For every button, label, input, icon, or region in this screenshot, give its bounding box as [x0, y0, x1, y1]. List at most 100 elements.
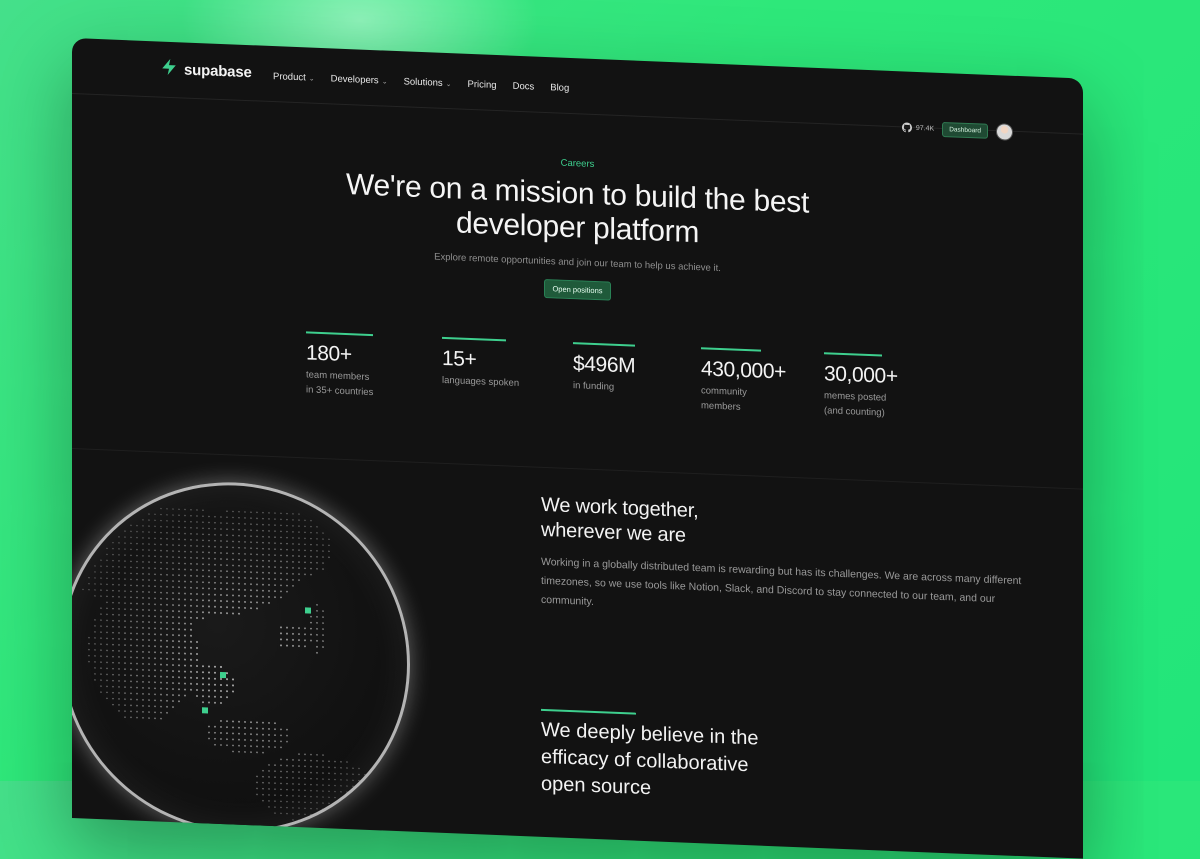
globe-dot: [322, 772, 324, 774]
globe-dot: [226, 738, 228, 741]
globe-dot: [130, 542, 132, 545]
globe-dot: [274, 518, 276, 520]
avatar[interactable]: [996, 123, 1013, 141]
stat-value: 180+: [306, 341, 352, 367]
globe-dot: [124, 680, 126, 682]
globe-dot: [262, 529, 264, 532]
globe-dot: [286, 542, 288, 545]
nav-item-product[interactable]: Product ⌄: [273, 71, 315, 84]
globe-dot: [160, 597, 162, 600]
globe-dot: [202, 683, 204, 686]
globe-dot: [184, 574, 186, 577]
globe-dot: [244, 553, 246, 555]
globe-dot: [250, 751, 252, 754]
globe-dot: [310, 789, 312, 792]
globe-dot: [106, 583, 108, 586]
globe-dot: [286, 728, 288, 731]
globe-dot: [316, 754, 318, 756]
globe-dot: [196, 587, 198, 589]
globe-dot: [304, 537, 306, 540]
nav-item-blog[interactable]: Blog: [550, 82, 569, 94]
dashboard-button[interactable]: Dashboard: [942, 121, 988, 139]
globe-dot: [208, 551, 210, 554]
globe-dot: [166, 567, 168, 570]
globe-dot: [112, 685, 114, 688]
globe-dot: [124, 674, 126, 676]
globe-dot: [268, 770, 270, 772]
globe-dot: [298, 561, 300, 563]
globe-dot: [106, 547, 108, 550]
globe-dot: [274, 770, 276, 772]
globe-dot: [178, 622, 180, 625]
globe-dot: [268, 746, 270, 748]
globe-dot: [112, 559, 114, 562]
section-accent-bar: [541, 708, 636, 715]
globe-dot: [142, 705, 144, 707]
globe-dot: [166, 621, 168, 624]
globe-dot: [196, 695, 198, 697]
globe-dot: [213, 683, 217, 686]
globe-dot: [274, 812, 276, 814]
globe-dot: [298, 555, 300, 557]
globe-dot: [178, 598, 180, 601]
nav-item-developers[interactable]: Developers ⌄: [331, 73, 388, 86]
globe-dot: [160, 507, 162, 510]
open-positions-button[interactable]: Open positions: [544, 278, 611, 301]
nav-item-docs[interactable]: Docs: [513, 81, 535, 93]
globe-dot: [112, 649, 114, 652]
globe-dot: [160, 585, 162, 588]
globe-dot: [274, 728, 276, 731]
nav-item-solutions[interactable]: Solutions ⌄: [404, 76, 452, 89]
globe-dot: [274, 566, 276, 569]
globe-dot: [154, 615, 156, 618]
globe-dot: [250, 529, 252, 531]
globe-dot: [238, 546, 240, 549]
globe-dot: [322, 778, 324, 780]
globe-dot: [238, 588, 240, 591]
globe-dot: [280, 788, 282, 791]
globe-dot: [142, 603, 144, 605]
globe-dot: [118, 554, 120, 556]
nav-item-label: Docs: [512, 80, 535, 93]
globe-dot: [100, 619, 102, 621]
globe-dot: [292, 531, 294, 533]
globe-dot: [262, 511, 264, 514]
globe-dot: [286, 734, 288, 737]
globe-dot: [178, 526, 180, 529]
globe-dot: [112, 583, 114, 586]
globe-dot: [88, 588, 90, 591]
globe-dot: [184, 550, 186, 553]
globe-dot: [202, 617, 204, 620]
globe-dot: [280, 812, 282, 815]
globe-dot: [160, 657, 162, 660]
globe-dot: [148, 573, 150, 575]
globe-dot: [292, 525, 294, 527]
globe-dot: [82, 588, 84, 591]
globe-dot: [166, 561, 168, 564]
globe-dot: [256, 787, 258, 790]
globe-dot: [256, 559, 258, 562]
globe-dot: [334, 784, 336, 787]
globe-dot: [94, 589, 96, 591]
globe-dot: [148, 597, 150, 599]
globe-dot: [166, 526, 168, 528]
globe-dot: [231, 690, 235, 693]
stat-label-line: in funding: [573, 380, 615, 393]
globe-dot: [280, 548, 282, 551]
brand-logo[interactable]: supabase: [160, 58, 252, 85]
globe-dot: [112, 607, 114, 610]
globe-dot: [214, 593, 216, 596]
globe-dot: [136, 668, 138, 671]
github-link[interactable]: 97.4K: [901, 122, 934, 135]
globe-dot: [94, 625, 96, 627]
nav-item-label: Pricing: [467, 78, 497, 92]
nav-item-pricing[interactable]: Pricing: [468, 79, 497, 91]
globe-dot: [292, 813, 294, 815]
globe-dot: [196, 671, 198, 674]
stat-value: $496M: [573, 352, 636, 378]
globe-dot: [298, 795, 300, 797]
globe-dot: [328, 760, 330, 763]
globe-dot: [178, 550, 180, 553]
globe-dot: [292, 537, 294, 539]
globe-dot: [232, 522, 234, 525]
